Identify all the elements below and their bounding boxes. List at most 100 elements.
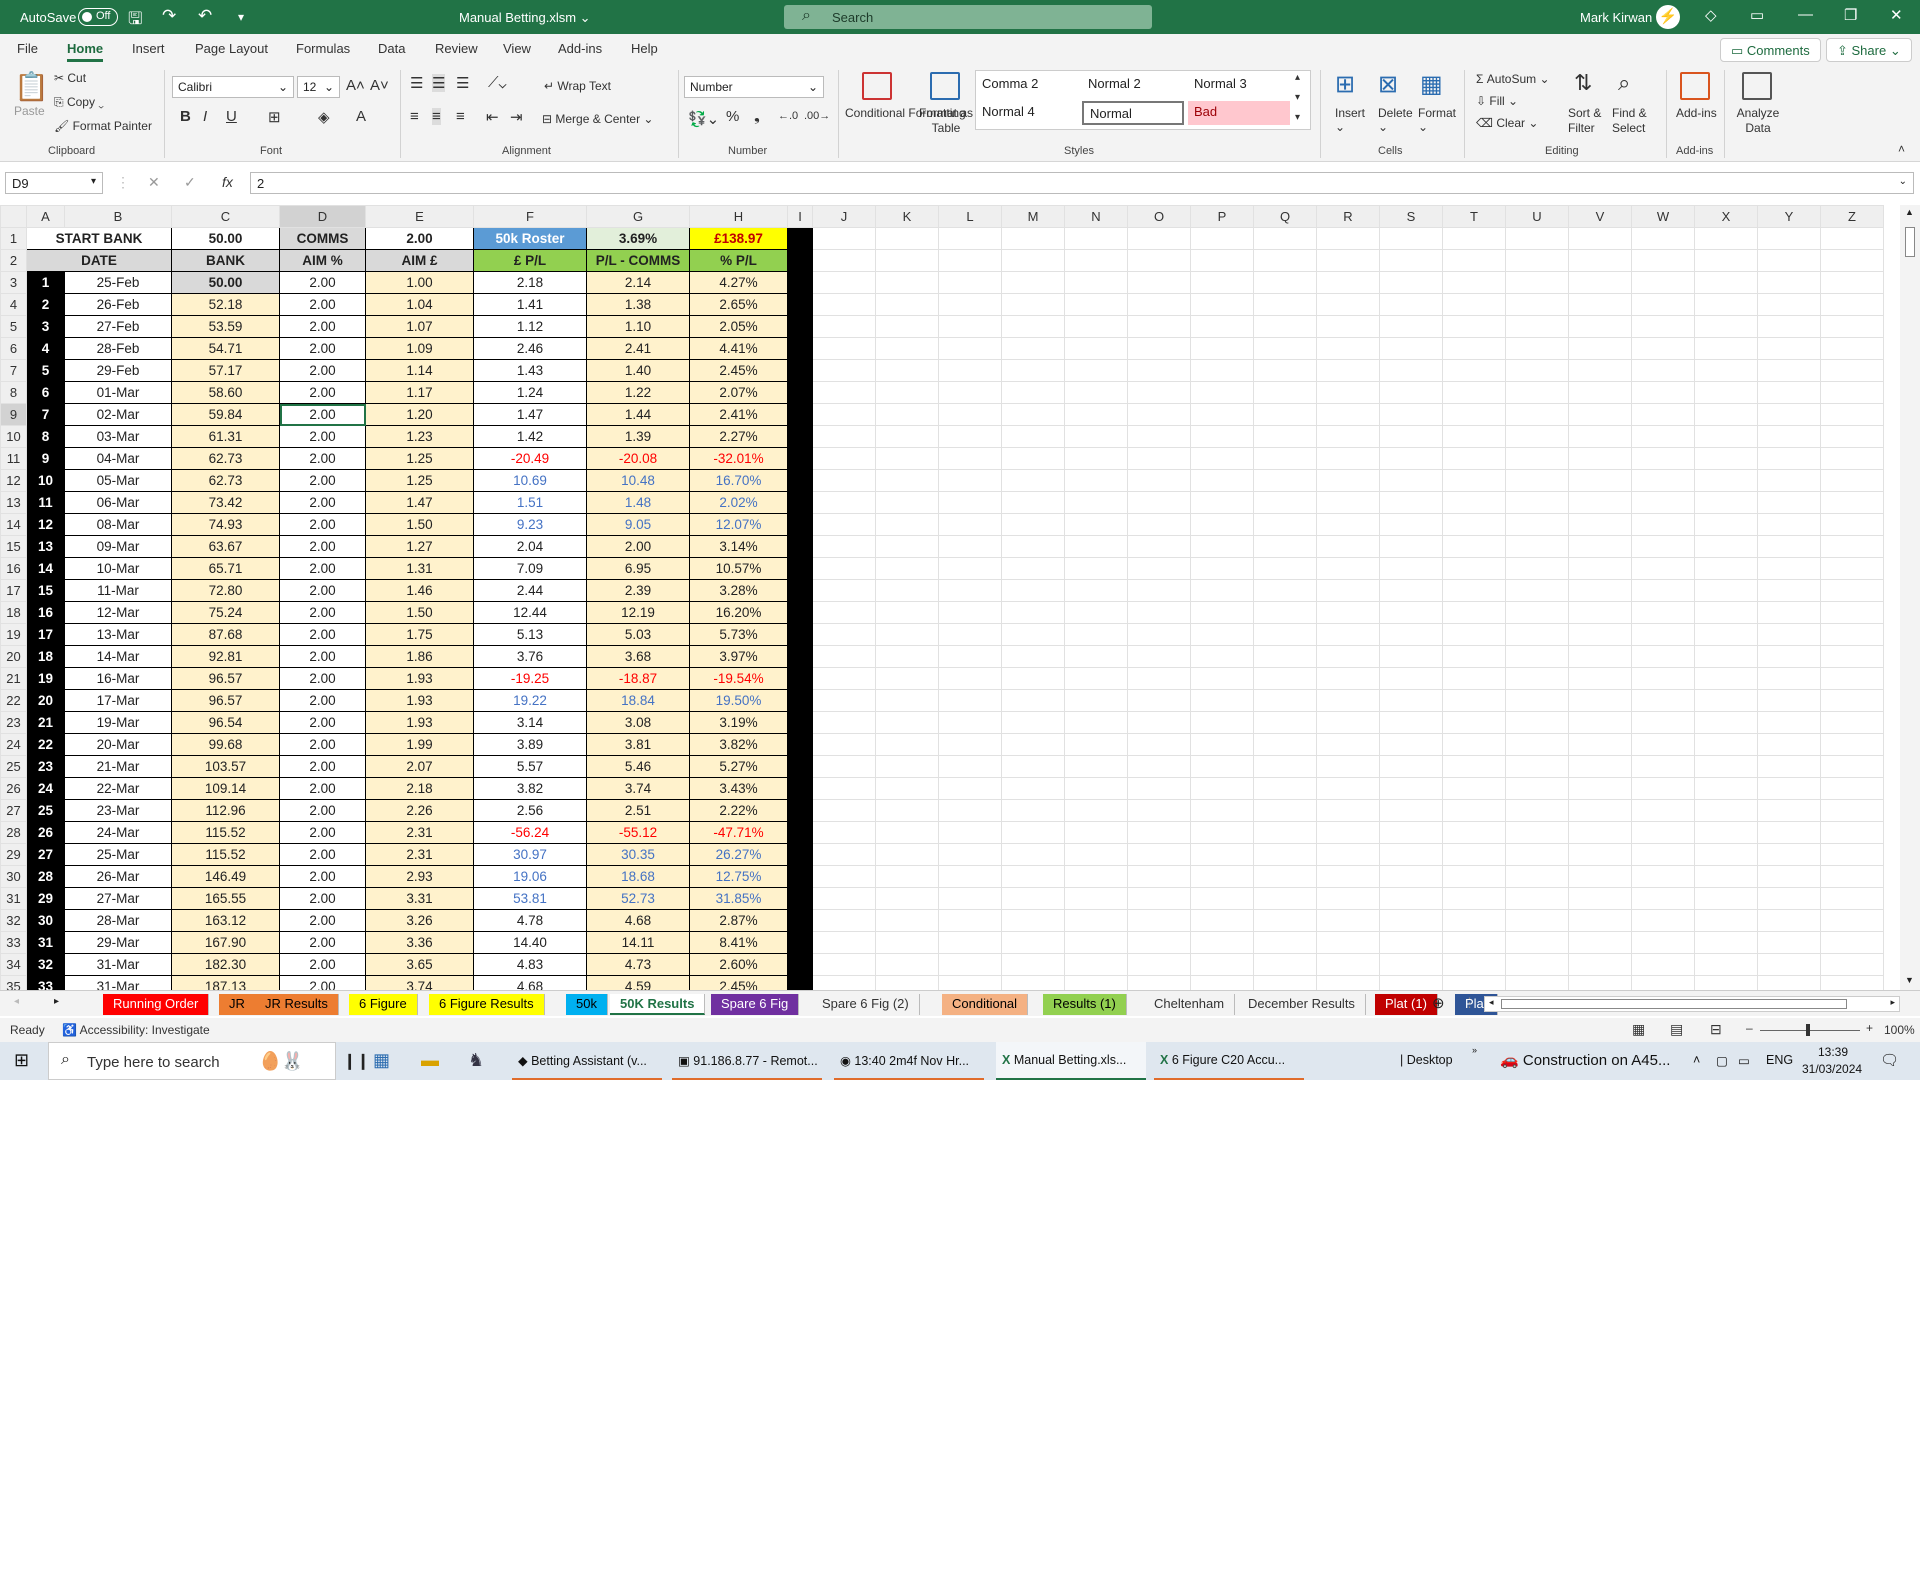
empty-cell[interactable] [938, 887, 1002, 910]
empty-cell[interactable] [1064, 315, 1128, 338]
empty-cell[interactable] [1379, 425, 1443, 448]
pct-pl-cell[interactable]: 2.41% [689, 403, 788, 426]
aim-gbp-cell[interactable]: 2.26 [365, 799, 474, 822]
empty-cell[interactable] [1190, 469, 1254, 492]
aim-pct-cell[interactable]: 2.00 [279, 469, 366, 492]
tab-page-layout[interactable]: Page Layout [195, 41, 268, 56]
empty-cell[interactable] [1694, 315, 1758, 338]
empty-cell[interactable] [1568, 689, 1632, 712]
aim-gbp-cell[interactable]: 3.31 [365, 887, 474, 910]
row-header[interactable]: 34 [0, 953, 27, 976]
empty-cell[interactable] [1253, 535, 1317, 558]
empty-cell[interactable] [1505, 535, 1569, 558]
empty-cell[interactable] [1316, 249, 1380, 272]
empty-cell[interactable] [1694, 535, 1758, 558]
taskbar-app-remote-desktop[interactable]: ▣ 91.186.8.77 - Remot... [678, 1053, 818, 1068]
column-header[interactable]: C [171, 205, 280, 228]
empty-cell[interactable] [1631, 887, 1695, 910]
row-header[interactable]: 14 [0, 513, 27, 536]
empty-cell[interactable] [875, 249, 939, 272]
pct-pl-cell[interactable]: 10.57% [689, 557, 788, 580]
empty-cell[interactable] [1757, 975, 1821, 990]
empty-cell[interactable] [1757, 733, 1821, 756]
tab-data[interactable]: Data [378, 41, 405, 56]
empty-cell[interactable] [1820, 271, 1884, 294]
pl-comms-cell[interactable]: 1.48 [586, 491, 690, 514]
empty-cell[interactable] [1253, 403, 1317, 426]
empty-cell[interactable] [1820, 557, 1884, 580]
row-number-cell[interactable]: 25 [26, 799, 65, 822]
empty-cell[interactable] [1631, 271, 1695, 294]
empty-cell[interactable] [938, 271, 1002, 294]
conditional-formatting-icon[interactable] [862, 72, 892, 100]
row-header[interactable]: 10 [0, 425, 27, 448]
align-bottom-icon[interactable]: ☰ [456, 74, 469, 92]
empty-cell[interactable] [1694, 799, 1758, 822]
empty-cell[interactable] [1694, 359, 1758, 382]
empty-cell[interactable] [1379, 623, 1443, 646]
empty-cell[interactable] [1442, 447, 1506, 470]
pl-cell[interactable]: 7.09 [473, 557, 587, 580]
row-number-cell[interactable]: 32 [26, 953, 65, 976]
align-top-icon[interactable]: ☰ [410, 74, 423, 92]
empty-cell[interactable] [1505, 909, 1569, 932]
empty-cell[interactable] [1253, 249, 1317, 272]
date-cell[interactable]: 04-Mar [64, 447, 172, 470]
empty-cell[interactable] [1568, 359, 1632, 382]
select-all-corner[interactable] [0, 205, 27, 228]
row-header[interactable]: 17 [0, 579, 27, 602]
empty-cell[interactable] [875, 865, 939, 888]
empty-cell[interactable] [1568, 645, 1632, 668]
empty-cell[interactable] [812, 469, 876, 492]
row-header[interactable]: 18 [0, 601, 27, 624]
pl-comms-cell[interactable]: 2.51 [586, 799, 690, 822]
next-sheet-icon[interactable]: ▸ [54, 996, 59, 1007]
styles-scroll-up-icon[interactable]: ▴ [1295, 72, 1300, 83]
empty-cell[interactable] [1694, 491, 1758, 514]
empty-cell[interactable] [1505, 293, 1569, 316]
sort-filter-icon[interactable]: ⇅ [1574, 70, 1592, 96]
empty-cell[interactable] [1064, 689, 1128, 712]
column-header[interactable]: P [1190, 205, 1254, 228]
empty-cell[interactable] [1190, 865, 1254, 888]
aim-pct-cell[interactable]: 2.00 [279, 381, 366, 404]
undo-icon[interactable]: ↶ [198, 6, 212, 26]
pl-cell[interactable]: 12.44 [473, 601, 587, 624]
empty-cell[interactable] [1694, 293, 1758, 316]
empty-cell[interactable] [1064, 909, 1128, 932]
empty-cell[interactable] [1694, 755, 1758, 778]
delete-cells-button[interactable]: Delete ⌄ [1378, 106, 1413, 134]
empty-cell[interactable] [1820, 315, 1884, 338]
empty-cell[interactable] [1820, 865, 1884, 888]
empty-cell[interactable] [1568, 865, 1632, 888]
empty-cell[interactable] [938, 711, 1002, 734]
empty-cell[interactable] [1190, 953, 1254, 976]
empty-cell[interactable] [1064, 359, 1128, 382]
row-header[interactable]: 31 [0, 887, 27, 910]
bank-cell[interactable]: 163.12 [171, 909, 280, 932]
row-number-cell[interactable]: 15 [26, 579, 65, 602]
empty-cell[interactable] [1190, 403, 1254, 426]
aim-pct-cell[interactable]: 2.00 [279, 359, 366, 382]
empty-cell[interactable] [1442, 711, 1506, 734]
styles-scroll-down-icon[interactable]: ▾ [1295, 92, 1300, 103]
row-number-cell[interactable]: 26 [26, 821, 65, 844]
bank-cell[interactable]: 62.73 [171, 469, 280, 492]
aim-pct-cell[interactable]: 2.00 [279, 711, 366, 734]
date-cell[interactable]: 25-Mar [64, 843, 172, 866]
autosum-button[interactable]: Σ AutoSum ⌄ [1476, 72, 1550, 86]
empty-cell[interactable] [1253, 469, 1317, 492]
empty-cell[interactable] [1568, 777, 1632, 800]
empty-cell[interactable] [1253, 623, 1317, 646]
empty-cell[interactable] [1316, 733, 1380, 756]
pl-cell[interactable]: 9.23 [473, 513, 587, 536]
empty-cell[interactable] [1568, 843, 1632, 866]
pl-comms-cell[interactable]: 12.19 [586, 601, 690, 624]
empty-cell[interactable] [1694, 733, 1758, 756]
taskbar-app-betting-assistant[interactable]: ◆ Betting Assistant (v... [518, 1053, 647, 1068]
date-cell[interactable]: 02-Mar [64, 403, 172, 426]
empty-cell[interactable] [875, 579, 939, 602]
empty-cell[interactable] [1316, 403, 1380, 426]
ribbon-display-icon[interactable]: ▭ [1750, 6, 1764, 24]
page-layout-view-icon[interactable]: ▤ [1670, 1021, 1683, 1038]
